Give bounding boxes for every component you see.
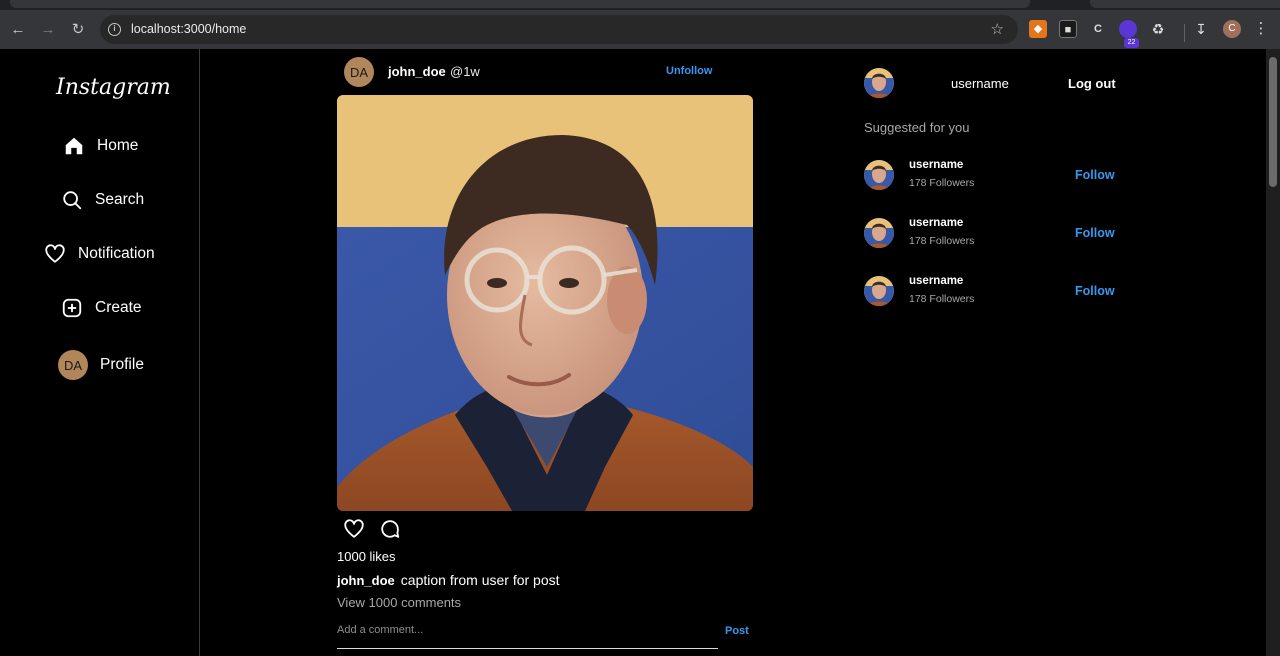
sidebar-item-label: Home: [97, 137, 139, 154]
browser-toolbar: ← → ↻ i localhost:3000/home ☆ ◆ ■ C 22 ♻…: [0, 10, 1280, 49]
avatar[interactable]: [864, 276, 894, 306]
suggestion-item: username 178 Followers Follow: [864, 159, 1124, 192]
comment-box: [337, 619, 718, 649]
like-heart-icon[interactable]: [343, 518, 365, 540]
post-photo: [337, 95, 753, 511]
suggestion-followers: 178 Followers: [909, 293, 975, 305]
sidebar-item-notification[interactable]: Notification: [44, 243, 155, 265]
suggestion-item: username 178 Followers Follow: [864, 217, 1124, 250]
suggestion-username[interactable]: username: [909, 217, 963, 229]
extensions-icon[interactable]: ♻: [1149, 20, 1167, 38]
suggestion-item: username 178 Followers Follow: [864, 275, 1124, 308]
clapper-extension-icon[interactable]: ■: [1059, 20, 1077, 38]
forward-icon[interactable]: →: [37, 19, 59, 41]
post-header: DA john_doe @1w Unfollow: [344, 57, 744, 87]
avatar[interactable]: DA: [344, 57, 374, 87]
suggestion-username[interactable]: username: [909, 159, 963, 171]
avatar-photo: [864, 276, 894, 306]
caption-text: caption from user for post: [400, 572, 560, 588]
sidebar-item-label: Create: [95, 299, 142, 316]
suggestion-followers: 178 Followers: [909, 235, 975, 247]
avatar[interactable]: [864, 68, 894, 98]
plus-square-icon: [62, 298, 82, 318]
post-username[interactable]: john_doe: [388, 64, 446, 79]
toolbar-divider: [1184, 24, 1185, 42]
sidebar-item-label: Search: [95, 191, 145, 208]
post-caption: john_doe caption from user for post: [337, 572, 560, 588]
sidebar-item-create[interactable]: Create: [61, 297, 142, 319]
follow-button[interactable]: Follow: [1075, 168, 1115, 182]
sidebar: Instagram Home Search Notification Creat…: [0, 49, 200, 656]
site-info-icon[interactable]: i: [108, 23, 121, 36]
sidebar-item-label: Notification: [78, 245, 155, 262]
unfollow-button[interactable]: Unfollow: [666, 65, 712, 77]
extension-badge: 22: [1124, 38, 1139, 48]
comment-input[interactable]: [337, 619, 718, 641]
avatar[interactable]: [864, 160, 894, 190]
follow-button[interactable]: Follow: [1075, 284, 1115, 298]
sidebar-item-search[interactable]: Search: [61, 189, 144, 211]
url-text: localhost:3000/home: [131, 22, 247, 36]
browser-tab-new-area: [1090, 0, 1280, 8]
ci-extension-icon[interactable]: C: [1089, 20, 1107, 38]
sidebar-item-label: Profile: [100, 356, 144, 373]
browser-profile-avatar[interactable]: C: [1223, 20, 1241, 38]
browser-tab[interactable]: [10, 0, 1030, 8]
avatar[interactable]: [864, 218, 894, 248]
fox-extension-icon[interactable]: ◆: [1029, 20, 1047, 38]
logout-button[interactable]: Log out: [1068, 76, 1116, 91]
sidebar-item-home[interactable]: Home: [63, 135, 138, 157]
post-image[interactable]: [337, 95, 753, 511]
bookmark-star-icon[interactable]: ☆: [991, 20, 1004, 38]
avatar-photo: [864, 68, 894, 98]
reload-icon[interactable]: ↻: [67, 19, 89, 41]
avatar-photo: [864, 160, 894, 190]
menu-icon[interactable]: ⋮: [1252, 20, 1270, 38]
instagram-logo[interactable]: Instagram: [56, 75, 171, 100]
download-icon[interactable]: ↧: [1192, 20, 1210, 38]
current-username[interactable]: username: [951, 76, 1009, 91]
avatar-photo: [864, 218, 894, 248]
page-scrollbar[interactable]: [1266, 49, 1280, 656]
home-icon: [65, 137, 83, 155]
back-icon[interactable]: ←: [7, 19, 29, 41]
sidebar-item-profile[interactable]: DA Profile: [58, 350, 144, 380]
caption-username[interactable]: john_doe: [337, 573, 395, 588]
scrollbar-thumb[interactable]: [1269, 57, 1277, 187]
search-icon: [63, 191, 82, 210]
purple-extension-icon[interactable]: [1119, 20, 1137, 38]
page-content: Instagram Home Search Notification Creat…: [0, 49, 1266, 656]
likes-count: 1000 likes: [337, 549, 396, 564]
post-comment-button[interactable]: Post: [725, 625, 749, 637]
post-actions: [343, 518, 401, 540]
heart-icon: [45, 244, 65, 263]
address-bar[interactable]: i localhost:3000/home ☆: [100, 15, 1018, 44]
suggestion-followers: 178 Followers: [909, 177, 975, 189]
avatar: DA: [58, 350, 88, 380]
view-comments-link[interactable]: View 1000 comments: [337, 595, 461, 610]
browser-tabstrip: [0, 0, 1280, 10]
suggestion-username[interactable]: username: [909, 275, 963, 287]
post-time: @1w: [450, 64, 480, 79]
suggested-title: Suggested for you: [864, 120, 970, 135]
comment-icon[interactable]: [379, 518, 401, 540]
follow-button[interactable]: Follow: [1075, 226, 1115, 240]
